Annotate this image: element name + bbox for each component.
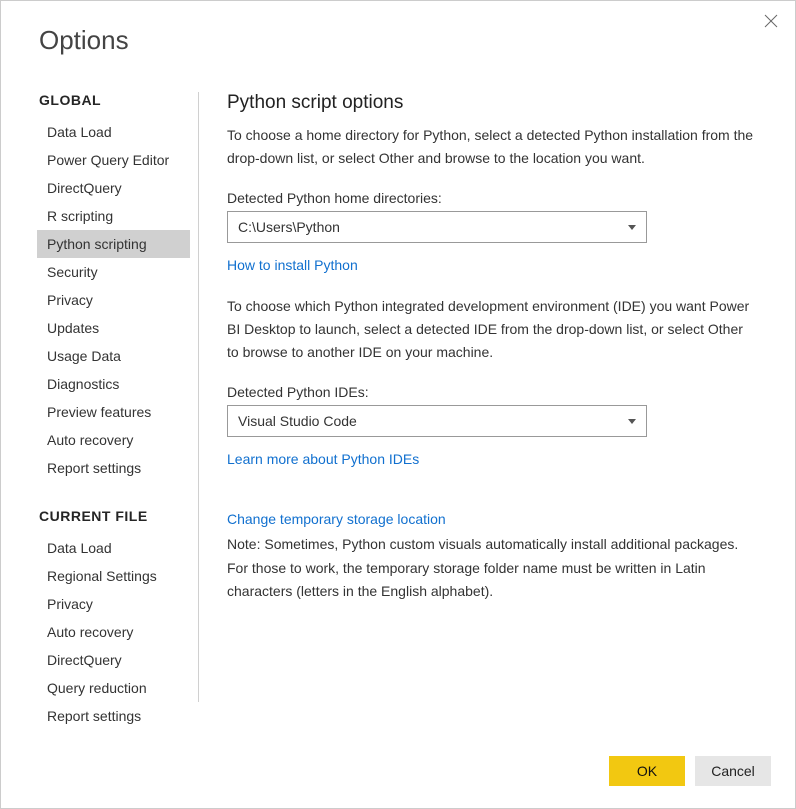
home-dir-value: C:\Users\Python bbox=[238, 219, 340, 235]
sidebar-item-data-load[interactable]: Data Load bbox=[37, 118, 190, 146]
close-icon bbox=[764, 14, 778, 28]
ide-label: Detected Python IDEs: bbox=[227, 384, 757, 400]
ok-button[interactable]: OK bbox=[609, 756, 685, 786]
sidebar-item-cf-regional-settings[interactable]: Regional Settings bbox=[37, 562, 190, 590]
dialog-title: Options bbox=[1, 1, 795, 56]
sidebar-item-python-scripting[interactable]: Python scripting bbox=[37, 230, 190, 258]
sidebar-item-security[interactable]: Security bbox=[37, 258, 190, 286]
sidebar-item-cf-query-reduction[interactable]: Query reduction bbox=[37, 674, 190, 702]
sidebar-header-global: GLOBAL bbox=[39, 92, 190, 108]
ide-value: Visual Studio Code bbox=[238, 413, 357, 429]
close-button[interactable] bbox=[761, 11, 781, 31]
sidebar-item-cf-data-load[interactable]: Data Load bbox=[37, 534, 190, 562]
sidebar-item-power-query-editor[interactable]: Power Query Editor bbox=[37, 146, 190, 174]
change-storage-link[interactable]: Change temporary storage location bbox=[227, 511, 757, 527]
ide-intro-text: To choose which Python integrated develo… bbox=[227, 295, 757, 364]
sidebar-header-current-file: CURRENT FILE bbox=[39, 508, 190, 524]
home-dir-select[interactable]: C:\Users\Python bbox=[227, 211, 647, 243]
ide-select[interactable]: Visual Studio Code bbox=[227, 405, 647, 437]
sidebar-item-cf-report-settings[interactable]: Report settings bbox=[37, 702, 190, 730]
cancel-button[interactable]: Cancel bbox=[695, 756, 771, 786]
main-pane: Python script options To choose a home d… bbox=[199, 92, 757, 702]
sidebar-item-privacy[interactable]: Privacy bbox=[37, 286, 190, 314]
install-python-link[interactable]: How to install Python bbox=[227, 257, 358, 273]
pane-title: Python script options bbox=[227, 92, 757, 114]
sidebar-item-preview-features[interactable]: Preview features bbox=[37, 398, 190, 426]
sidebar-item-cf-directquery[interactable]: DirectQuery bbox=[37, 646, 190, 674]
sidebar-item-diagnostics[interactable]: Diagnostics bbox=[37, 370, 190, 398]
sidebar-item-cf-auto-recovery[interactable]: Auto recovery bbox=[37, 618, 190, 646]
learn-ides-link[interactable]: Learn more about Python IDEs bbox=[227, 451, 419, 467]
dialog-buttons: OK Cancel bbox=[609, 756, 771, 786]
chevron-down-icon bbox=[628, 225, 636, 230]
sidebar-item-usage-data[interactable]: Usage Data bbox=[37, 342, 190, 370]
sidebar-item-auto-recovery[interactable]: Auto recovery bbox=[37, 426, 190, 454]
home-dir-label: Detected Python home directories: bbox=[227, 190, 757, 206]
sidebar-item-cf-privacy[interactable]: Privacy bbox=[37, 590, 190, 618]
sidebar-item-directquery[interactable]: DirectQuery bbox=[37, 174, 190, 202]
sidebar: GLOBAL Data Load Power Query Editor Dire… bbox=[39, 92, 199, 702]
sidebar-item-r-scripting[interactable]: R scripting bbox=[37, 202, 190, 230]
storage-note: Note: Sometimes, Python custom visuals a… bbox=[227, 533, 757, 602]
sidebar-item-updates[interactable]: Updates bbox=[37, 314, 190, 342]
sidebar-item-report-settings[interactable]: Report settings bbox=[37, 454, 190, 482]
chevron-down-icon bbox=[628, 419, 636, 424]
intro-text: To choose a home directory for Python, s… bbox=[227, 124, 757, 170]
